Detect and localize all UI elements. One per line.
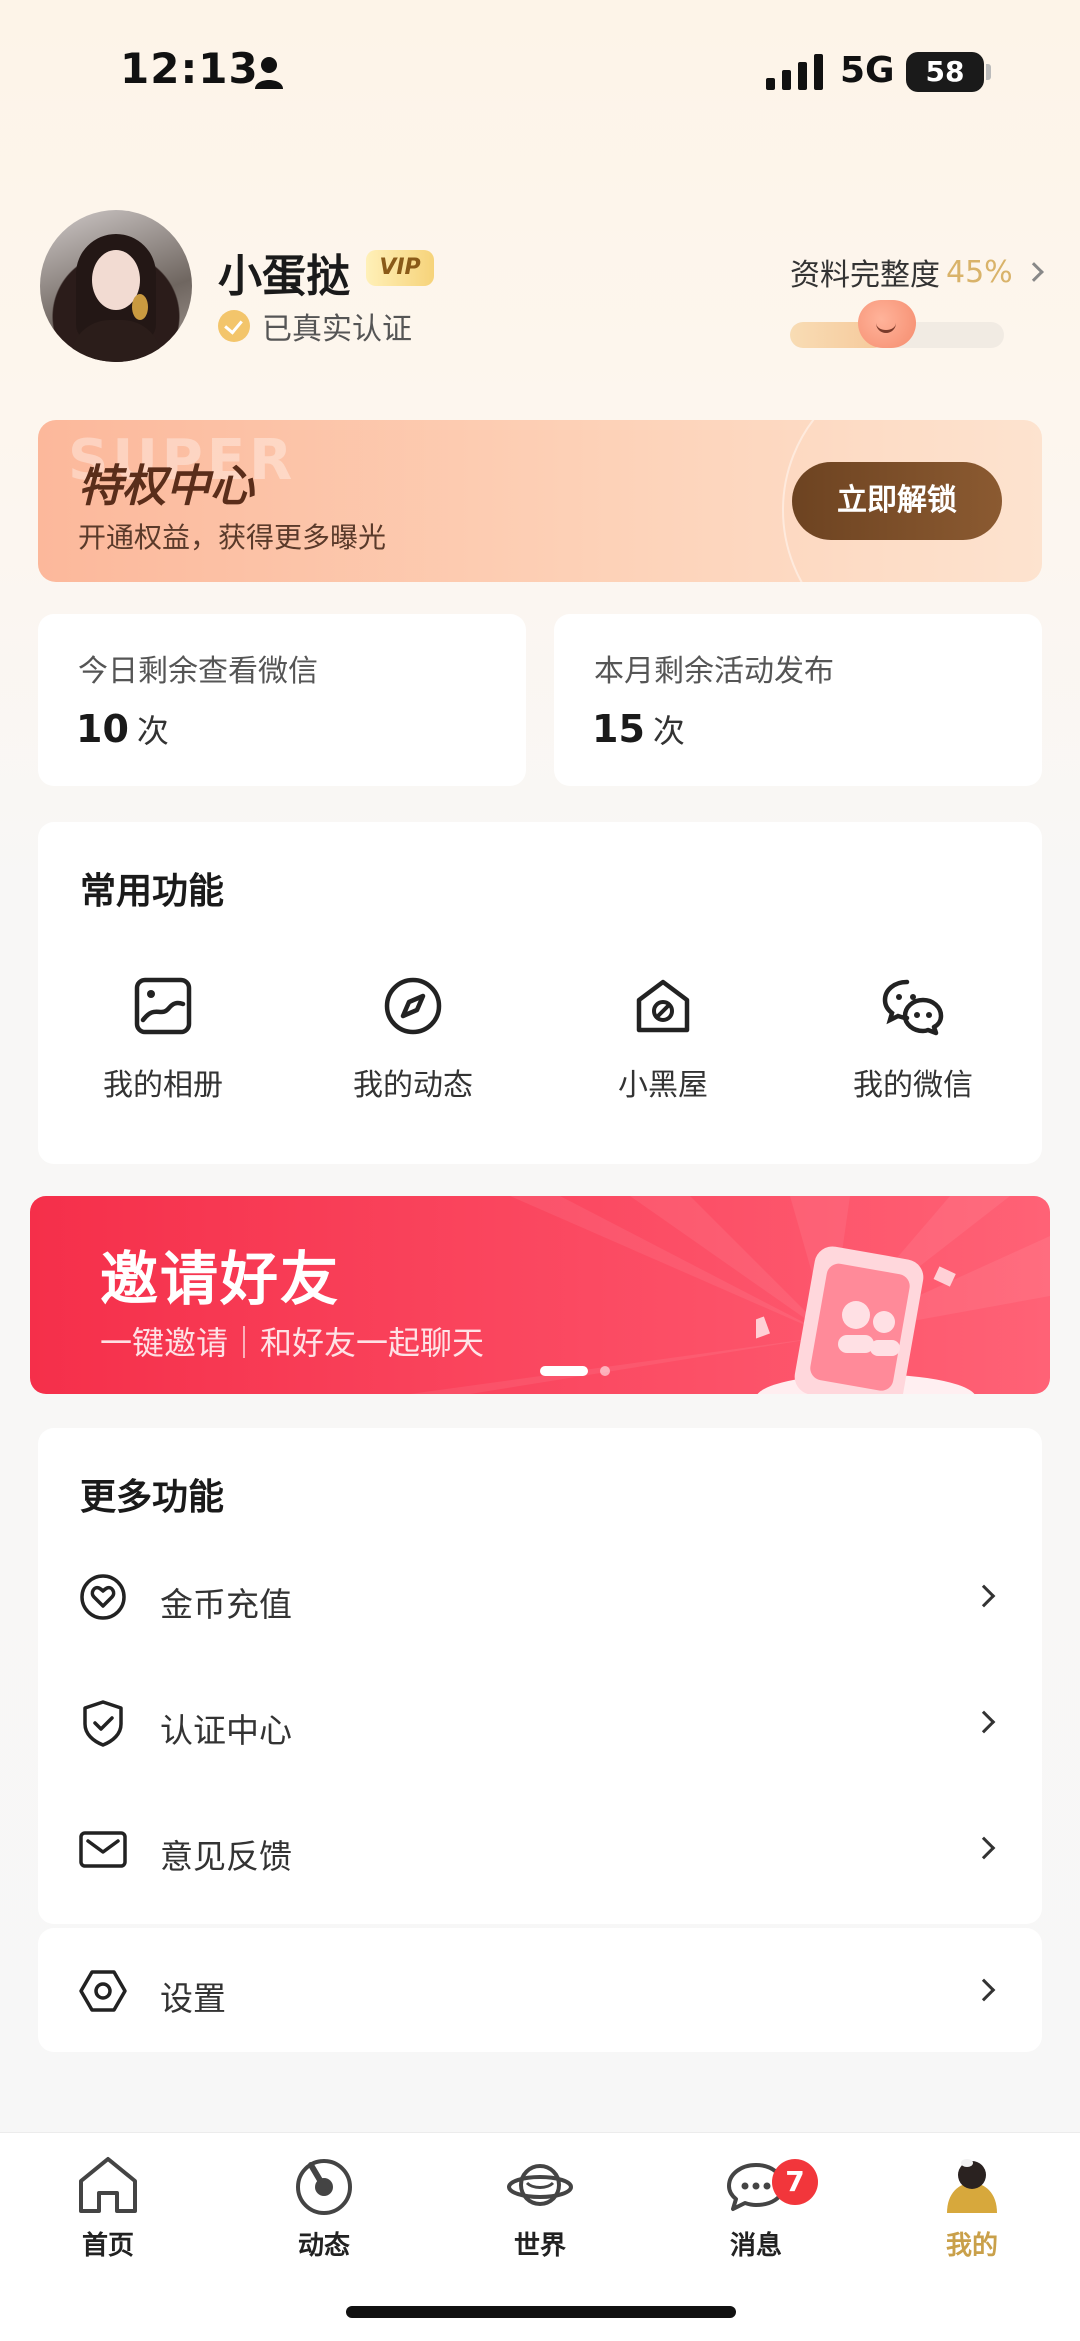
home-indicator [346,2306,736,2318]
my-album-button[interactable]: 我的相册 [38,974,288,1104]
invite-subtitle: 一键邀请｜和好友一起聊天 [100,1324,485,1362]
mail-icon [79,1831,127,1868]
func-label: 小黑屋 [618,1068,708,1103]
tab-world[interactable]: 世界 [460,2153,620,2262]
func-label: 我的微信 [853,1068,973,1103]
tab-label: 首页 [81,2231,134,2261]
home-icon [79,2157,137,2213]
photo-album-icon [134,977,192,1035]
profile-completeness-link[interactable]: 资料完整度 45% [790,250,1044,294]
common-features-title: 常用功能 [80,871,225,912]
tab-messages[interactable]: 消息 7 [676,2153,836,2262]
tab-home[interactable]: 首页 [28,2153,188,2262]
quota-label: 本月剩余活动发布 [594,654,834,689]
blacklist-button[interactable]: 小黑屋 [538,974,788,1104]
avatar-ornament [132,294,148,320]
carousel-indicator [30,1366,1050,1376]
person-icon [255,57,283,89]
signal-icon [766,54,823,90]
heart-coin-icon [80,1574,126,1620]
battery-icon: 58 [906,52,984,92]
menu-label: 金币充值 [160,1585,292,1624]
tab-moments[interactable]: 动态 [244,2153,404,2262]
func-label: 我的动态 [353,1068,473,1103]
my-wechat-button[interactable]: 我的微信 [788,974,1038,1104]
menu-label: 认证中心 [160,1711,292,1750]
heart-mascot-icon [858,300,916,348]
invite-friends-banner[interactable]: 邀请好友 一键邀请｜和好友一起聊天 [30,1196,1050,1394]
network-type: 5G [840,50,895,91]
unread-badge: 7 [772,2159,818,2205]
verified-text: 已真实认证 [262,312,412,347]
vip-badge[interactable]: VIP [366,250,434,286]
privilege-center-banner[interactable]: SUPER 特权中心 开通权益，获得更多曝光 立即解锁 [38,420,1042,582]
chevron-right-icon [972,1978,996,2002]
status-bar: 12:13 5G 58 [0,0,1080,150]
tab-label: 我的 [945,2231,998,2261]
quota-unit: 次 [652,712,685,750]
activity-post-quota-card[interactable]: 本月剩余活动发布 15 次 [554,614,1042,786]
compass-icon [384,977,442,1035]
more-features-card: 更多功能 金币充值 认证中心 意见反馈 [38,1428,1042,1924]
carousel-dot [600,1366,610,1376]
privilege-title: 特权中心 [78,461,254,512]
unlock-now-button[interactable]: 立即解锁 [792,462,1002,540]
username[interactable]: 小蛋挞 [218,240,350,304]
wechat-icon [882,979,944,1036]
quota-number: 10 [76,707,129,751]
chevron-right-icon [972,1710,996,1734]
quota-label: 今日剩余查看微信 [78,654,318,689]
menu-item-settings[interactable]: 设置 [38,1928,1042,2054]
profile-icon [947,2159,997,2213]
completeness-label: 资料完整度 [790,258,940,293]
quota-value: 10 次 [76,706,169,752]
quota-number: 15 [592,707,645,751]
planet-icon [507,2164,573,2206]
verified-check-icon [218,310,250,342]
hexagon-settings-icon [79,1970,127,2012]
shield-check-icon [83,1700,123,1747]
moments-icon [296,2159,352,2215]
menu-label: 意见反馈 [160,1837,292,1876]
settings-card: 设置 [38,1928,1042,2052]
invite-title: 邀请好友 [100,1245,341,1313]
tab-label: 动态 [297,2231,350,2261]
tab-label: 世界 [513,2231,566,2261]
menu-label: 设置 [160,1979,226,2018]
wechat-view-quota-card[interactable]: 今日剩余查看微信 10 次 [38,614,526,786]
menu-item-coin-recharge[interactable]: 金币充值 [38,1534,1042,1660]
tab-label: 消息 [729,2231,782,2261]
chevron-right-icon [1023,262,1044,282]
completeness-value: 45% [946,254,1013,290]
chevron-right-icon [972,1584,996,1608]
privilege-subtitle: 开通权益，获得更多曝光 [78,521,387,554]
tab-profile[interactable]: 我的 [892,2153,1052,2262]
more-features-title: 更多功能 [80,1477,225,1518]
avatar[interactable] [40,210,192,362]
quota-unit: 次 [136,712,169,750]
my-moments-button[interactable]: 我的动态 [288,974,538,1104]
verified-status: 已真实认证 [218,304,412,348]
status-time: 12:13 [120,44,259,93]
common-features-card: 常用功能 我的相册 我的动态 小黑屋 我的微信 [38,822,1042,1164]
blocked-house-icon [636,979,690,1033]
carousel-dot-active [540,1366,588,1376]
chevron-right-icon [972,1836,996,1860]
menu-item-feedback[interactable]: 意见反馈 [38,1786,1042,1912]
battery-tip [986,64,991,80]
menu-item-verification-center[interactable]: 认证中心 [38,1660,1042,1786]
func-label: 我的相册 [103,1068,223,1103]
quota-value: 15 次 [592,706,685,752]
